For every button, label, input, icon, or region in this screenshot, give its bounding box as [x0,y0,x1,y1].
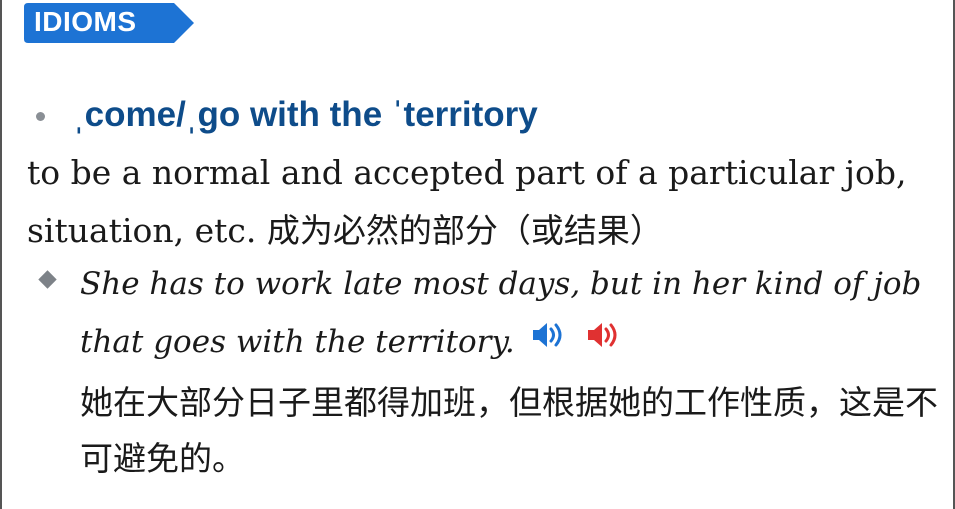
definition-chinese: 成为必然的部分（或结果） [266,211,663,250]
idiom-headword: ˌcome/ˌgo with the ˈterritory [73,95,538,134]
idioms-badge: IDIOMS [24,3,194,43]
idiom-headword-row: ˌcome/ˌgo with the ˈterritory [36,92,538,138]
badge-label: IDIOMS [34,6,137,37]
american-audio-speaker-icon[interactable] [586,311,626,369]
example-english: She has to work late most days, but in h… [80,266,922,360]
british-audio-speaker-icon[interactable] [531,311,571,369]
example-translation-chinese: 她在大部分日子里都得加班，但根据她的工作性质，这是不可避免的。 [80,383,938,478]
frame-left-border [0,0,2,509]
example-sentence: She has to work late most days, but in h… [80,255,940,373]
example-diamond-icon [38,270,57,289]
bullet-icon [36,111,45,121]
definition: to be a normal and accepted part of a pa… [27,144,937,260]
